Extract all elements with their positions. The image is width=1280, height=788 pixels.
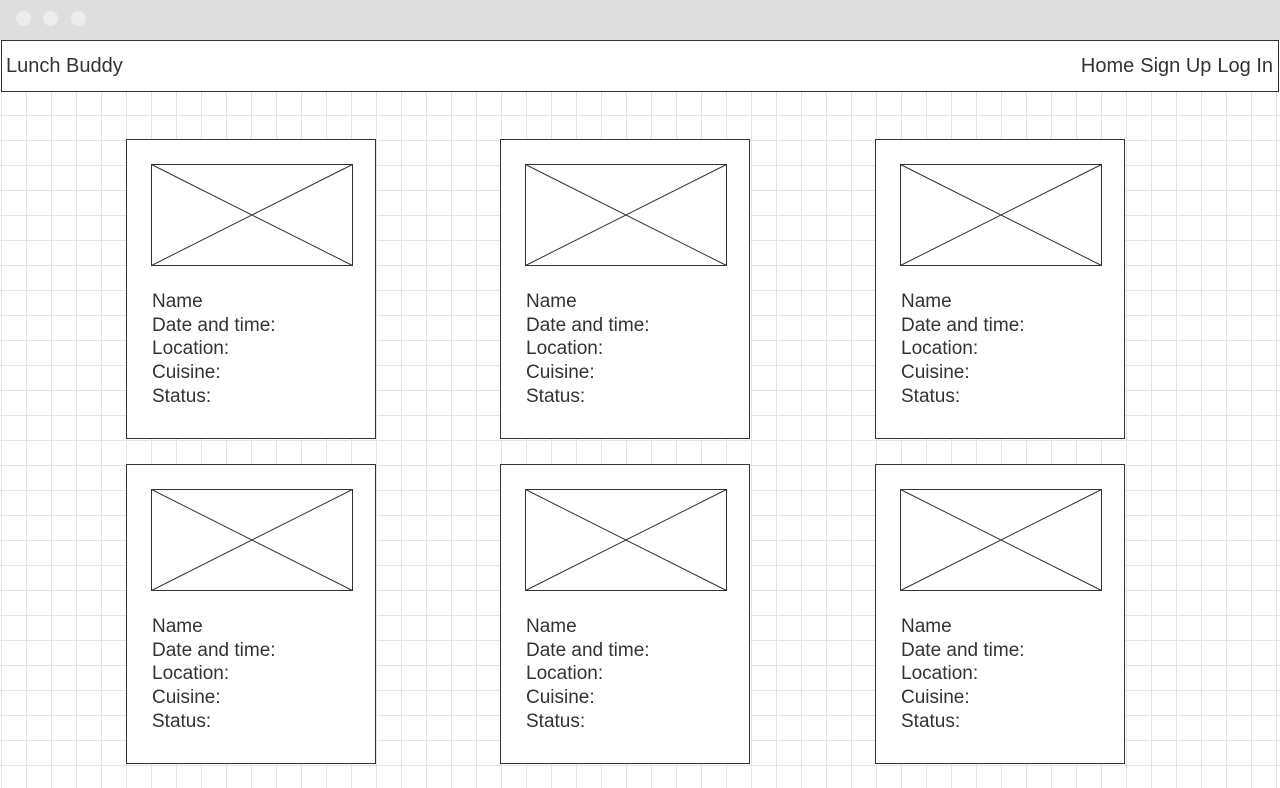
card-name: Name xyxy=(152,291,203,312)
card-name: Name xyxy=(152,616,203,637)
image-placeholder-icon xyxy=(525,489,727,591)
card-location: Location: xyxy=(152,663,230,685)
card-date-time: Date and time: xyxy=(526,314,650,336)
window-close-button[interactable] xyxy=(16,11,31,26)
lunch-card[interactable]: Name Date and time: Location: Cuisine: S… xyxy=(126,464,376,764)
card-location: Location: xyxy=(901,663,979,685)
nav-link-sign-up[interactable]: Sign Up xyxy=(1140,54,1211,78)
card-name: Name xyxy=(901,291,952,312)
nav-link-home[interactable]: Home xyxy=(1081,54,1134,78)
card-cuisine: Cuisine: xyxy=(152,687,221,709)
lunch-card[interactable]: Name Date and time: Location: Cuisine: S… xyxy=(875,464,1125,764)
card-name: Name xyxy=(526,291,577,312)
card-status: Status: xyxy=(152,710,212,732)
card-status: Status: xyxy=(152,385,212,407)
card-location: Location: xyxy=(152,338,230,360)
lunch-card[interactable]: Name Date and time: Location: Cuisine: S… xyxy=(126,139,376,439)
top-navbar: Lunch Buddy Home Sign Up Log In xyxy=(1,40,1279,92)
card-date-time: Date and time: xyxy=(152,314,276,336)
card-date-time: Date and time: xyxy=(901,314,1025,336)
card-cuisine: Cuisine: xyxy=(526,362,595,384)
card-cuisine: Cuisine: xyxy=(901,687,970,709)
card-status: Status: xyxy=(526,710,586,732)
lunch-card[interactable]: Name Date and time: Location: Cuisine: S… xyxy=(500,464,750,764)
card-name: Name xyxy=(901,616,952,637)
image-placeholder-icon xyxy=(151,164,353,266)
card-details: Name Date and time: Location: Cuisine: S… xyxy=(152,615,276,734)
window-titlebar xyxy=(0,0,1280,40)
window-maximize-button[interactable] xyxy=(71,11,86,26)
card-status: Status: xyxy=(901,710,961,732)
card-cuisine: Cuisine: xyxy=(526,687,595,709)
card-location: Location: xyxy=(901,338,979,360)
card-name: Name xyxy=(526,616,577,637)
card-status: Status: xyxy=(526,385,586,407)
image-placeholder-icon xyxy=(900,164,1102,266)
card-cuisine: Cuisine: xyxy=(152,362,221,384)
window-minimize-button[interactable] xyxy=(43,11,58,26)
brand-logo-text[interactable]: Lunch Buddy xyxy=(6,54,123,78)
card-details: Name Date and time: Location: Cuisine: S… xyxy=(901,290,1025,409)
nav-link-log-in[interactable]: Log In xyxy=(1217,54,1273,78)
card-details: Name Date and time: Location: Cuisine: S… xyxy=(526,615,650,734)
card-date-time: Date and time: xyxy=(526,639,650,661)
image-placeholder-icon xyxy=(900,489,1102,591)
card-status: Status: xyxy=(901,385,961,407)
nav-links: Home Sign Up Log In xyxy=(1081,54,1273,78)
card-date-time: Date and time: xyxy=(901,639,1025,661)
card-date-time: Date and time: xyxy=(152,639,276,661)
image-placeholder-icon xyxy=(151,489,353,591)
card-cuisine: Cuisine: xyxy=(901,362,970,384)
lunch-card[interactable]: Name Date and time: Location: Cuisine: S… xyxy=(875,139,1125,439)
card-details: Name Date and time: Location: Cuisine: S… xyxy=(152,290,276,409)
card-details: Name Date and time: Location: Cuisine: S… xyxy=(901,615,1025,734)
image-placeholder-icon xyxy=(525,164,727,266)
card-details: Name Date and time: Location: Cuisine: S… xyxy=(526,290,650,409)
card-location: Location: xyxy=(526,338,604,360)
lunch-card[interactable]: Name Date and time: Location: Cuisine: S… xyxy=(500,139,750,439)
card-location: Location: xyxy=(526,663,604,685)
